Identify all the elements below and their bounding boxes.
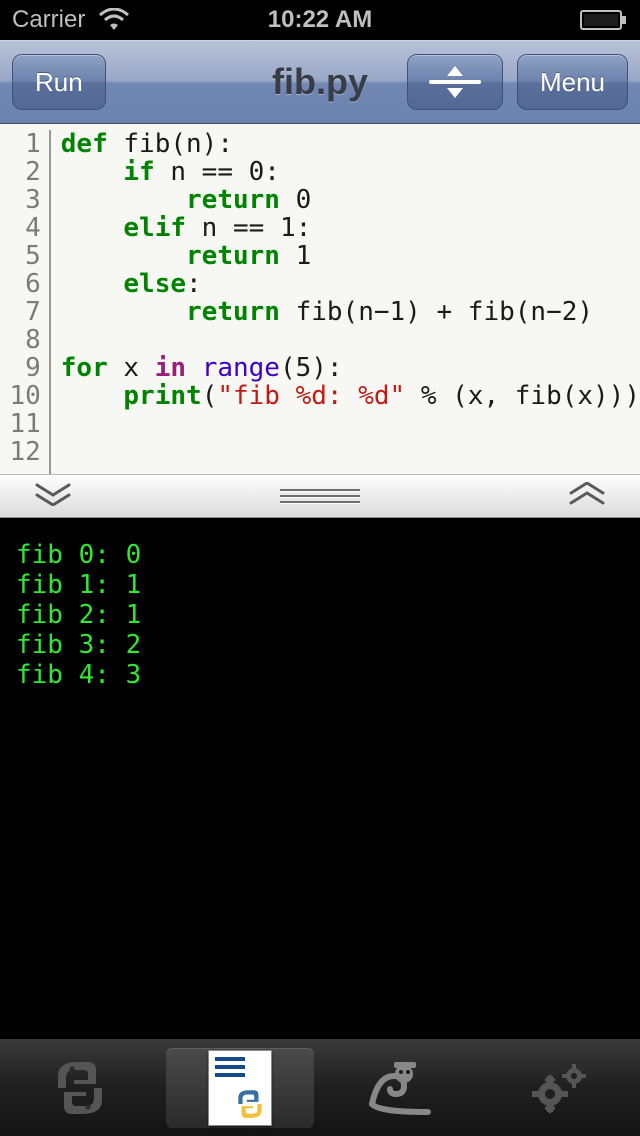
- menu-button[interactable]: Menu: [517, 54, 628, 110]
- line-number: 3: [0, 186, 41, 214]
- carrier-label: Carrier: [12, 6, 85, 34]
- split-arrows-icon: [427, 62, 483, 102]
- code-line[interactable]: return fib(n−1) + fib(n−2): [61, 298, 640, 326]
- document-icon: [208, 1050, 272, 1126]
- split-drag-bar[interactable]: [0, 474, 640, 518]
- drag-grip-icon[interactable]: [280, 489, 360, 503]
- tab-document[interactable]: [166, 1048, 314, 1128]
- line-number: 11: [0, 410, 41, 438]
- navbar: Run fib.py Menu: [0, 40, 640, 124]
- code-line[interactable]: if n == 0:: [61, 158, 640, 186]
- run-button-label: Run: [35, 67, 83, 98]
- line-number-gutter: 123456789101112: [0, 130, 51, 474]
- battery-icon: [580, 10, 628, 30]
- line-number: 1: [0, 130, 41, 158]
- run-button[interactable]: Run: [12, 54, 106, 110]
- gear-icon: [528, 1060, 592, 1116]
- output-console[interactable]: fib 0: 0 fib 1: 1 fib 2: 1 fib 3: 2 fib …: [0, 518, 640, 1038]
- code-line[interactable]: return 0: [61, 186, 640, 214]
- tab-bar: [0, 1038, 640, 1136]
- code-line[interactable]: [61, 438, 640, 466]
- code-line[interactable]: else:: [61, 270, 640, 298]
- status-bar: Carrier 10:22 AM: [0, 0, 640, 40]
- line-number: 10: [0, 382, 41, 410]
- code-line[interactable]: def fib(n):: [61, 130, 640, 158]
- collapse-down-icon[interactable]: [34, 482, 72, 511]
- tab-snake[interactable]: [326, 1048, 474, 1128]
- code-line[interactable]: [61, 326, 640, 354]
- snake-icon: [364, 1060, 436, 1116]
- code-line[interactable]: print("fib %d: %d" % (x, fib(x))): [61, 382, 640, 410]
- split-view-button[interactable]: [407, 54, 503, 110]
- wifi-icon: [97, 8, 131, 32]
- menu-button-label: Menu: [540, 67, 605, 98]
- code-line[interactable]: for x in range(5):: [61, 354, 640, 382]
- line-number: 5: [0, 242, 41, 270]
- line-number: 12: [0, 438, 41, 466]
- line-number: 2: [0, 158, 41, 186]
- status-left: Carrier: [12, 6, 131, 34]
- code-line[interactable]: [61, 410, 640, 438]
- tab-python[interactable]: [6, 1048, 154, 1128]
- line-number: 6: [0, 270, 41, 298]
- tab-settings[interactable]: [486, 1048, 634, 1128]
- line-number: 4: [0, 214, 41, 242]
- collapse-up-icon[interactable]: [568, 482, 606, 511]
- line-number: 8: [0, 326, 41, 354]
- code-content[interactable]: def fib(n): if n == 0: return 0 elif n =…: [51, 130, 640, 474]
- line-number: 7: [0, 298, 41, 326]
- line-number: 9: [0, 354, 41, 382]
- code-editor[interactable]: 123456789101112 def fib(n): if n == 0: r…: [0, 124, 640, 474]
- code-line[interactable]: return 1: [61, 242, 640, 270]
- code-line[interactable]: elif n == 1:: [61, 214, 640, 242]
- python-logo-icon: [48, 1056, 112, 1120]
